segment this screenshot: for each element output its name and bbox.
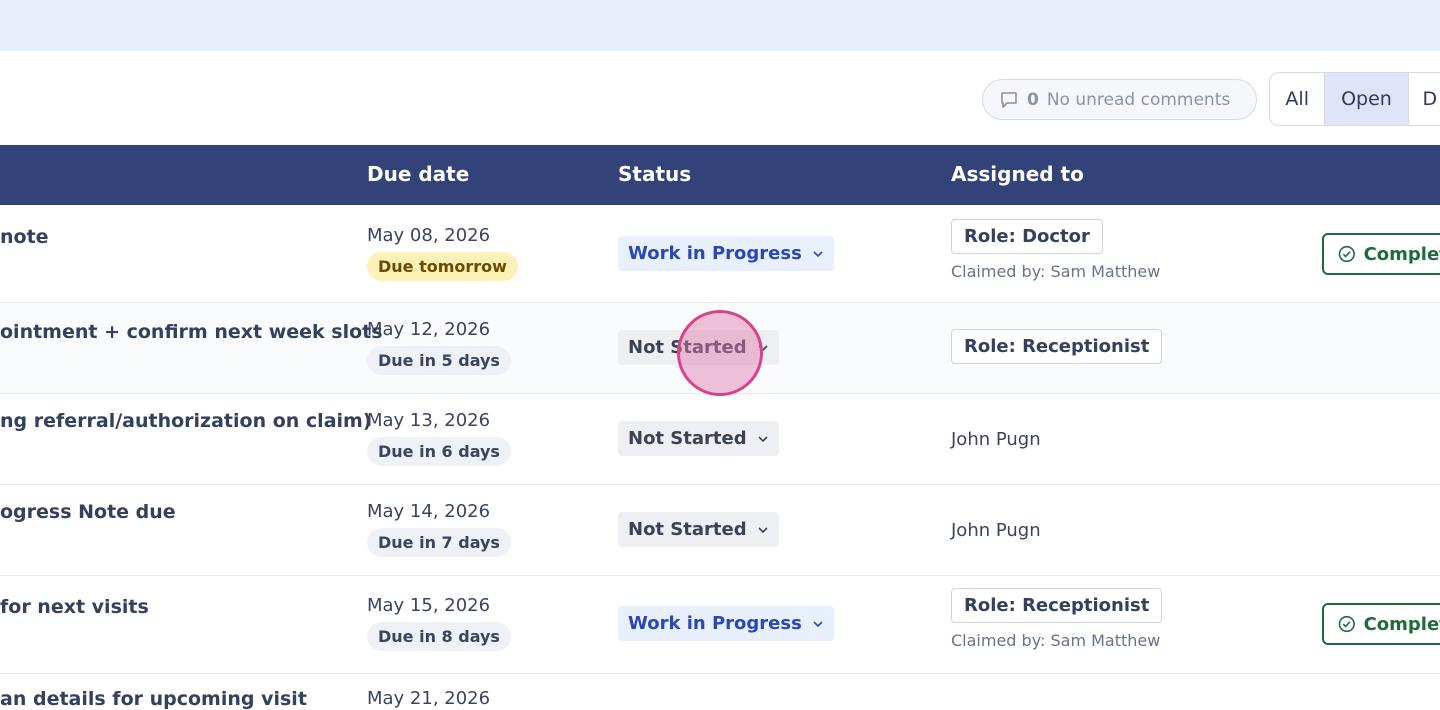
complete-button[interactable]: Complete: [1322, 603, 1440, 645]
table-row[interactable]: note May 08, 2026 Due tomorrow Work in P…: [0, 205, 1440, 303]
task-title[interactable]: note: [0, 226, 49, 248]
status-dropdown[interactable]: Not Started: [618, 421, 779, 456]
filter-all-button[interactable]: All: [1270, 73, 1325, 125]
status-label: Work in Progress: [628, 613, 802, 634]
chevron-down-icon: [812, 618, 824, 630]
task-filter-group: All Open D: [1269, 72, 1440, 126]
task-title[interactable]: ogress Note due: [0, 501, 176, 523]
status-dropdown[interactable]: Not Started: [618, 512, 779, 547]
due-badge: Due tomorrow: [367, 252, 518, 281]
table-row[interactable]: ng referral/authorization on claim) May …: [0, 394, 1440, 485]
claimed-by: Claimed by: Sam Matthew: [951, 631, 1162, 650]
chevron-down-icon: [757, 524, 769, 536]
task-title[interactable]: for next visits: [0, 596, 149, 618]
due-badge: Due in 5 days: [367, 346, 511, 375]
comment-icon: [999, 90, 1019, 110]
chevron-down-icon: [812, 248, 824, 260]
table-row[interactable]: an details for upcoming visit May 21, 20…: [0, 674, 1440, 705]
top-banner: [0, 0, 1440, 51]
chevron-down-icon: [757, 433, 769, 445]
task-title[interactable]: ointment + confirm next week slots: [0, 321, 383, 343]
complete-label: Complete: [1364, 614, 1440, 635]
claimed-by: Claimed by: Sam Matthew: [951, 262, 1160, 281]
status-label: Work in Progress: [628, 243, 802, 264]
due-date: May 12, 2026: [367, 319, 511, 340]
unread-comments-pill[interactable]: 0 No unread comments: [982, 79, 1257, 120]
task-title[interactable]: ng referral/authorization on claim): [0, 410, 372, 432]
table-row[interactable]: ointment + confirm next week slots May 1…: [0, 303, 1440, 394]
status-label: Not Started: [628, 428, 747, 449]
table-header: Due date Status Assigned to: [0, 145, 1440, 205]
header-assigned-to[interactable]: Assigned to: [951, 162, 1084, 186]
table-row[interactable]: for next visits May 15, 2026 Due in 8 da…: [0, 576, 1440, 674]
due-badge: Due in 7 days: [367, 528, 511, 557]
due-date: May 14, 2026: [367, 501, 511, 522]
status-dropdown[interactable]: Work in Progress: [618, 236, 834, 271]
due-badge: Due in 8 days: [367, 622, 511, 651]
status-dropdown[interactable]: Work in Progress: [618, 606, 834, 641]
check-circle-icon: [1338, 245, 1356, 263]
table-row[interactable]: ogress Note due May 14, 2026 Due in 7 da…: [0, 485, 1440, 576]
filter-done-button[interactable]: D: [1409, 73, 1440, 125]
complete-button[interactable]: Complete: [1322, 233, 1440, 275]
due-date: May 15, 2026: [367, 595, 511, 616]
role-badge: Role: Doctor: [951, 219, 1103, 254]
status-dropdown[interactable]: Not Started: [618, 330, 779, 365]
status-label: Not Started: [628, 337, 747, 358]
task-title[interactable]: an details for upcoming visit: [0, 688, 307, 710]
due-date: May 08, 2026: [367, 225, 518, 246]
due-date: May 21, 2026: [367, 688, 490, 709]
role-badge: Role: Receptionist: [951, 588, 1162, 623]
assignee-name: John Pugn: [951, 429, 1041, 450]
due-badge: Due in 6 days: [367, 437, 511, 466]
check-circle-icon: [1338, 615, 1356, 633]
assignee-name: John Pugn: [951, 520, 1041, 541]
header-due-date[interactable]: Due date: [367, 162, 469, 186]
unread-label: No unread comments: [1047, 90, 1230, 110]
header-status[interactable]: Status: [618, 162, 691, 186]
chevron-down-icon: [757, 342, 769, 354]
role-badge: Role: Receptionist: [951, 329, 1162, 364]
complete-label: Complete: [1364, 244, 1440, 265]
due-date: May 13, 2026: [367, 410, 511, 431]
status-label: Not Started: [628, 519, 747, 540]
unread-count: 0: [1027, 90, 1039, 110]
filter-open-button[interactable]: Open: [1325, 73, 1408, 125]
